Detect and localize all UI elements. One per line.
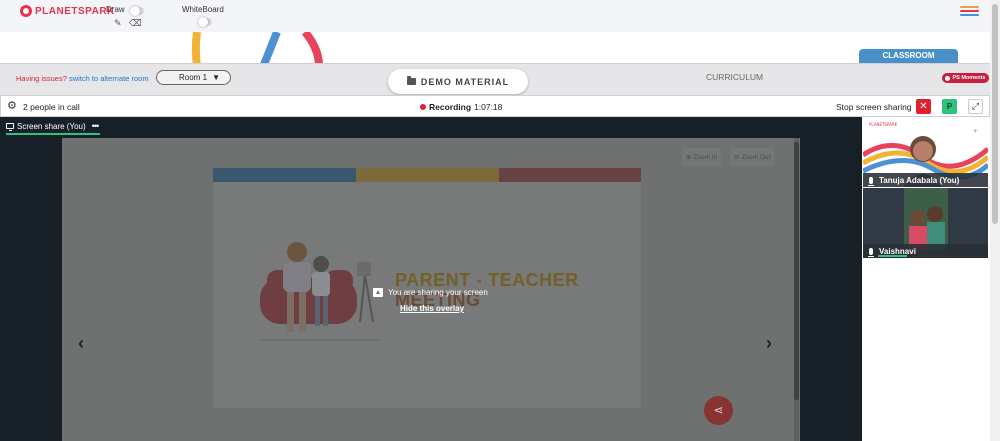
svg-text:+: + [973, 128, 978, 135]
participant-tile-self[interactable]: PLANETSPARK + Tanuja Adabala (You) [863, 117, 988, 187]
screen-share-label: Screen share (You) [17, 121, 86, 131]
stop-sharing-button[interactable]: ✕ [916, 99, 931, 114]
screen-share-tab[interactable]: Screen share (You) ••• [6, 121, 101, 135]
demo-material-label: DEMO MATERIAL [420, 76, 510, 87]
chevron-left-icon[interactable]: ‹ [78, 333, 84, 354]
demo-material-button[interactable]: DEMO MATERIAL [388, 69, 528, 94]
draw-label: Draw [106, 5, 125, 14]
zoom-in-label: Zoom In [693, 153, 718, 161]
share-icon[interactable]: ⋖ [704, 396, 733, 425]
issues-text: Having issues? switch to alternate room [16, 74, 149, 83]
monitor-icon [6, 123, 14, 131]
recording-status: Recording 1:07:18 [420, 102, 502, 112]
folder-icon [406, 76, 416, 85]
pencil-icon[interactable]: ✎ [114, 18, 122, 29]
classroom-tab[interactable]: CLASSROOM [859, 49, 958, 68]
sharing-overlay-message: You are sharing your screen [373, 288, 488, 297]
brand-logo: PLANETSPARK [20, 5, 115, 17]
sharing-message: You are sharing your screen [388, 288, 488, 297]
shared-screen-scroll-thumb[interactable] [794, 142, 799, 400]
more-options-icon[interactable]: ••• [92, 121, 100, 131]
chevron-right-icon[interactable]: › [766, 333, 772, 354]
whiteboard-toggle[interactable] [198, 17, 212, 27]
page-scrollbar-thumb[interactable] [992, 4, 998, 224]
slide-stripe-red [499, 168, 641, 182]
room-select-value: Room 1 [179, 73, 208, 82]
people-count: 2 people in call [23, 102, 80, 112]
alternate-room-link[interactable]: switch to alternate room [69, 74, 149, 83]
app-root: PLANETSPARK Draw ✎ ⌫ WhiteBoard CLASSROO… [0, 0, 1000, 441]
mic-icon [868, 247, 874, 257]
zoom-in-icon: ⊕ [686, 154, 692, 161]
eraser-icon[interactable]: ⌫ [129, 18, 142, 29]
gear-icon[interactable]: ⚙ [7, 101, 17, 112]
ps-moments-button[interactable]: PS Moments [942, 73, 989, 83]
zoom-out-button[interactable]: ⊖ Zoom Out [730, 148, 775, 166]
hide-overlay-link[interactable]: Hide this overlay [400, 304, 464, 313]
slide-stripe-blue [213, 168, 356, 182]
hamburger-menu-icon[interactable] [960, 6, 979, 18]
room-select[interactable]: Room 1 ▼ [156, 70, 231, 85]
zoom-out-icon: ⊖ [734, 154, 740, 161]
recording-label: Recording [429, 102, 472, 112]
expand-icon[interactable]: ⤢ [968, 99, 983, 114]
recording-time: 1:07:18 [474, 102, 503, 112]
parent-child-illustration [260, 242, 380, 341]
caret-down-icon: ▼ [212, 73, 220, 82]
ps-moments-label: PS Moments [952, 75, 986, 81]
call-bar: ⚙ 2 people in call Recording 1:07:18 Sto… [0, 95, 990, 117]
page-scrollbar[interactable] [990, 0, 1000, 441]
screen-share-icon [373, 288, 383, 297]
participant-name-self: Tanuja Adabala (You) [879, 175, 960, 185]
brand-logo-icon [20, 5, 32, 17]
moments-icon [945, 75, 951, 81]
stop-sharing-label: Stop screen sharing [836, 102, 912, 112]
brand-name: PLANETSPARK [35, 5, 115, 17]
top-bar: PLANETSPARK Draw ✎ ⌫ WhiteBoard [0, 0, 990, 32]
p-badge-button[interactable]: P [942, 99, 957, 114]
speaking-indicator [878, 255, 907, 257]
zoom-in-button[interactable]: ⊕ Zoom In [682, 148, 722, 166]
whiteboard-label: WhiteBoard [182, 5, 224, 14]
curriculum-tab[interactable]: CURRICULUM [706, 72, 763, 82]
participant-tile-other[interactable]: Vaishnavi [863, 188, 988, 258]
participant-label-self: Tanuja Adabala (You) [863, 173, 988, 187]
slide-title-line-1: PARENT - TEACHER [395, 270, 579, 290]
issues-label: Having issues? [16, 74, 67, 83]
draw-toggle[interactable] [130, 6, 144, 16]
zoom-out-label: Zoom Out [741, 153, 771, 161]
mic-icon [868, 176, 874, 186]
slide-stripe-gold [356, 168, 499, 182]
svg-text:PLANETSPARK: PLANETSPARK [869, 122, 898, 127]
recording-dot-icon [420, 104, 426, 110]
